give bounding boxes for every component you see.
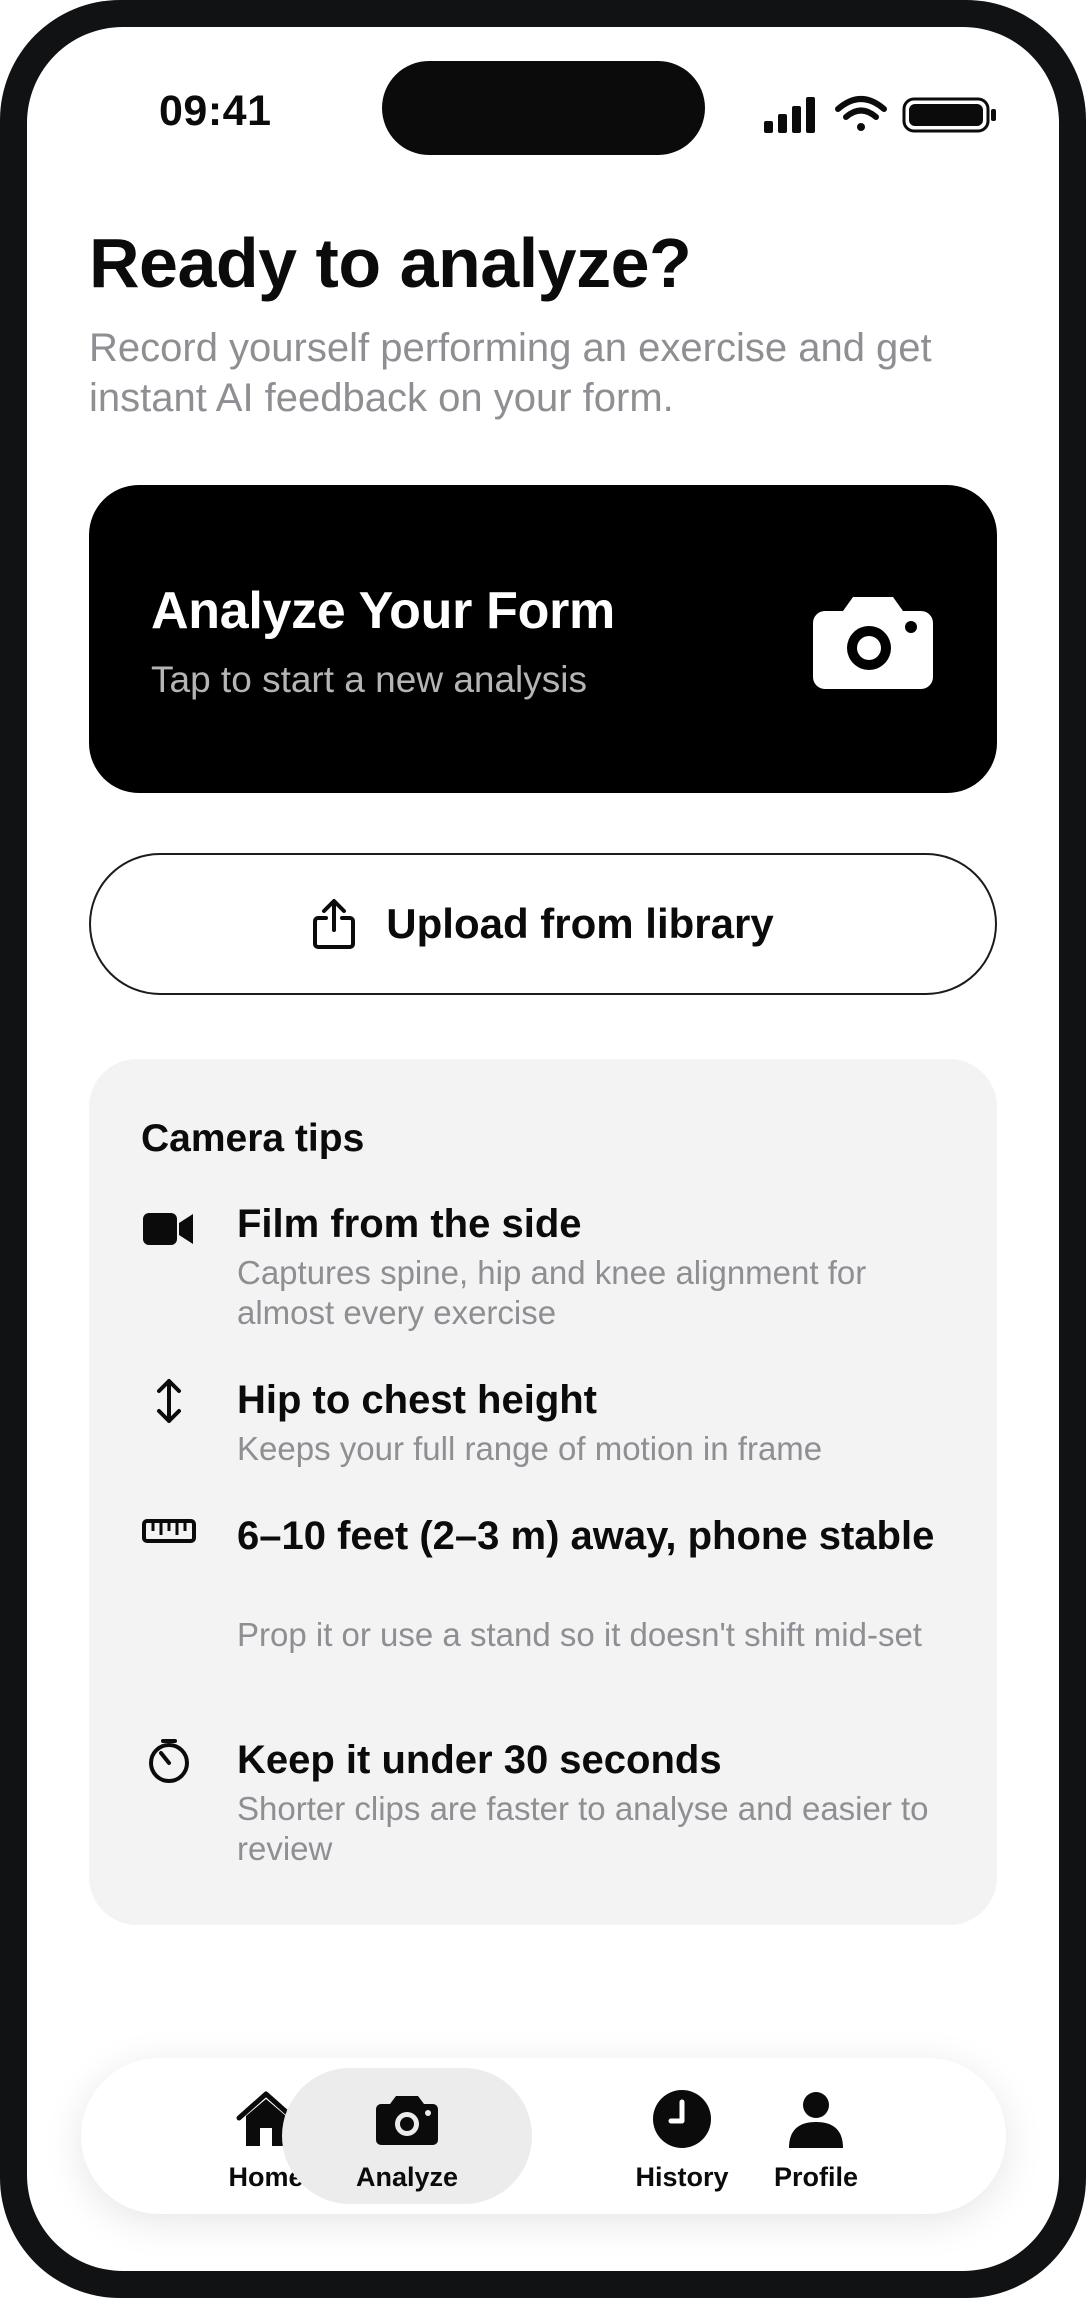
tip-title: Film from the side [237,1202,582,1246]
ruler-icon [142,1519,196,1543]
analyze-card-title: Analyze Your Form [151,582,615,640]
upload-button-label: Upload from library [386,900,774,947]
page-title: Ready to analyze? [89,224,692,302]
tab-label: History [635,2162,729,2192]
dynamic-island [382,61,705,155]
tab-profile[interactable]: Profile [711,2068,921,2204]
analyze-form-button[interactable]: Analyze Your Form Tap to start a new ana… [89,485,997,793]
tips-title: Camera tips [141,1117,365,1160]
page-subtitle: Record yourself performing an exercise a… [89,326,932,420]
analyze-card-subtitle: Tap to start a new analysis [151,659,587,700]
tab-label: Analyze [355,2162,459,2192]
tip-title: 6–10 feet (2–3 m) away, phone stable [237,1514,935,1558]
tip-description: Prop it or use a stand so it doesn't shi… [237,1616,922,1653]
timer-icon [149,1739,189,1783]
wifi-icon [835,96,887,131]
camera-icon [813,597,933,689]
clock-icon [653,2090,711,2148]
upload-from-library-button[interactable]: Upload from library [89,853,997,995]
tip-title: Hip to chest height [237,1378,597,1422]
tab-bar: Home Analyze History Profile [81,2058,1006,2214]
app-screen: 09:41 Ready to analyze? Record yourself [27,27,1059,2271]
tab-label: Profile [773,2162,859,2192]
tip-description: Captures spine, hip and knee alignment f… [237,1254,867,1331]
tip-title: Keep it under 30 seconds [237,1738,722,1782]
vertical-arrows-icon [157,1379,181,1423]
tip-description: Keeps your full range of motion in frame [237,1430,823,1467]
share-upload-icon [313,899,356,949]
camera-icon [376,2096,438,2145]
person-icon [789,2092,843,2148]
phone-frame: 09:41 Ready to analyze? Record yourself [0,0,1086,2298]
video-camera-icon [143,1213,193,1245]
status-time: 09:41 [159,87,272,135]
camera-tips-card: Camera tips Film from the side Captures … [89,1059,997,1925]
status-icons [764,96,996,133]
tip-description: Shorter clips are faster to analyse and … [237,1790,929,1867]
tab-analyze[interactable]: Analyze [282,2068,532,2204]
cellular-signal-icon [764,97,815,133]
battery-icon [902,97,996,133]
